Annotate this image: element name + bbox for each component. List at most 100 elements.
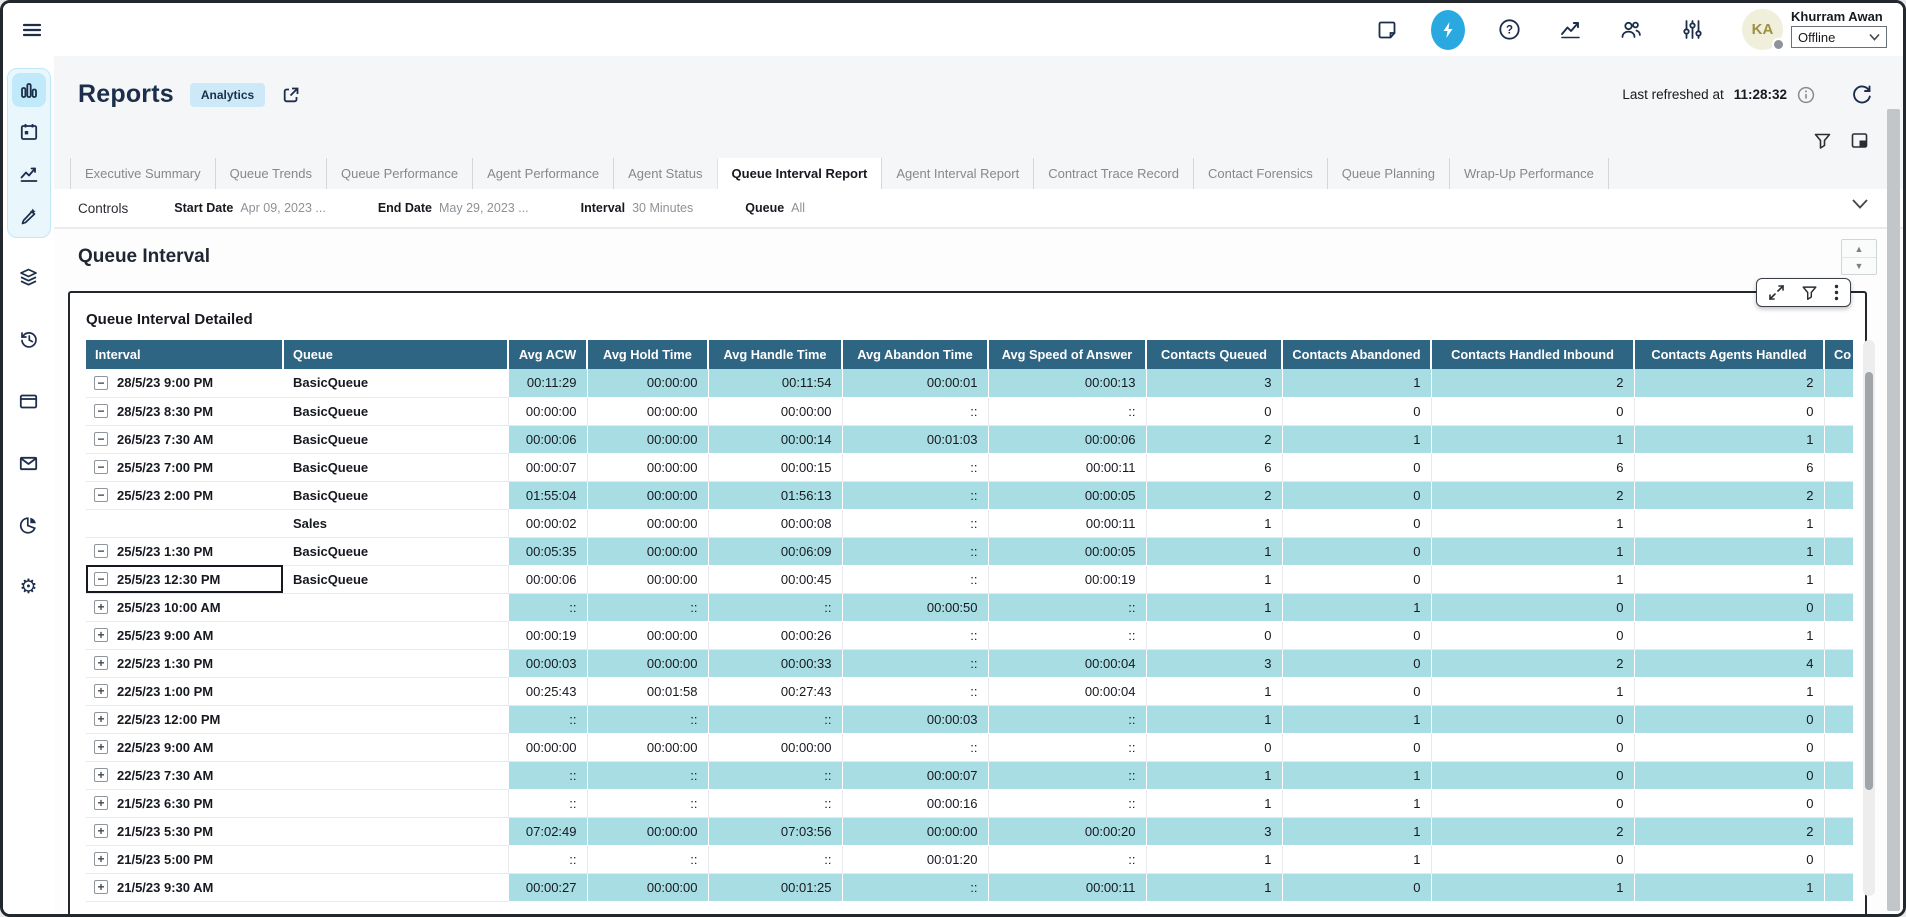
interval-cell[interactable]: +22/5/23 7:30 AM: [86, 761, 283, 789]
value-cell-avg-abandon-time[interactable]: ::: [842, 453, 988, 481]
value-cell-clipped[interactable]: [1824, 425, 1853, 453]
queue-cell[interactable]: [283, 789, 508, 817]
value-cell-avg-acw[interactable]: 00:00:27: [508, 873, 587, 901]
sidebar-item-layers[interactable]: [12, 260, 46, 294]
collapse-row-icon[interactable]: −: [94, 572, 108, 586]
tab-agent-interval-report[interactable]: Agent Interval Report: [881, 158, 1033, 189]
value-cell-contacts-queued[interactable]: 3: [1146, 369, 1282, 397]
expand-row-icon[interactable]: +: [94, 740, 108, 754]
value-cell-avg-handle-time[interactable]: ::: [708, 845, 842, 873]
value-cell-contacts-abandoned[interactable]: 0: [1282, 509, 1431, 537]
value-cell-clipped[interactable]: [1824, 621, 1853, 649]
value-cell-clipped[interactable]: [1824, 677, 1853, 705]
value-cell-avg-acw[interactable]: 00:00:06: [508, 425, 587, 453]
value-cell-avg-hold-time[interactable]: 00:01:58: [587, 677, 708, 705]
value-cell-avg-speed-of-answer[interactable]: 00:00:11: [988, 453, 1146, 481]
avatar[interactable]: KA: [1742, 9, 1783, 50]
preferences-icon[interactable]: [1675, 13, 1709, 47]
column-header-avg-abandon-time[interactable]: Avg Abandon Time: [842, 340, 988, 369]
value-cell-avg-abandon-time[interactable]: ::: [842, 397, 988, 425]
value-cell-clipped[interactable]: [1824, 761, 1853, 789]
collapse-row-icon[interactable]: −: [94, 544, 108, 558]
tab-contract-trace-record[interactable]: Contract Trace Record: [1033, 158, 1193, 189]
value-cell-avg-abandon-time[interactable]: ::: [842, 481, 988, 509]
value-cell-avg-hold-time[interactable]: 00:00:00: [587, 649, 708, 677]
value-cell-avg-hold-time[interactable]: 00:00:00: [587, 481, 708, 509]
value-cell-avg-handle-time[interactable]: 00:27:43: [708, 677, 842, 705]
value-cell-contacts-queued[interactable]: 1: [1146, 789, 1282, 817]
value-cell-contacts-handled-inbound[interactable]: 6: [1431, 453, 1634, 481]
value-cell-contacts-abandoned[interactable]: 0: [1282, 677, 1431, 705]
value-cell-contacts-handled-inbound[interactable]: 1: [1431, 425, 1634, 453]
value-cell-contacts-agents-handled[interactable]: 1: [1634, 509, 1824, 537]
value-cell-avg-speed-of-answer[interactable]: 00:00:04: [988, 677, 1146, 705]
value-cell-avg-speed-of-answer[interactable]: ::: [988, 593, 1146, 621]
queue-cell[interactable]: [283, 593, 508, 621]
value-cell-contacts-abandoned[interactable]: 0: [1282, 481, 1431, 509]
value-cell-avg-handle-time[interactable]: ::: [708, 761, 842, 789]
value-cell-avg-speed-of-answer[interactable]: ::: [988, 845, 1146, 873]
help-icon[interactable]: ?: [1492, 13, 1526, 47]
value-cell-contacts-handled-inbound[interactable]: 0: [1431, 761, 1634, 789]
sidebar-item-settings[interactable]: ⚙: [12, 570, 46, 604]
queue-cell[interactable]: [283, 817, 508, 845]
value-cell-contacts-queued[interactable]: 0: [1146, 621, 1282, 649]
status-select[interactable]: Offline: [1791, 26, 1887, 48]
value-cell-contacts-handled-inbound[interactable]: 0: [1431, 845, 1634, 873]
layout-icon[interactable]: [1850, 131, 1869, 150]
value-cell-avg-handle-time[interactable]: ::: [708, 593, 842, 621]
expand-row-icon[interactable]: +: [94, 628, 108, 642]
table-scrollbar[interactable]: [1863, 340, 1875, 896]
expand-row-icon[interactable]: +: [94, 768, 108, 782]
expand-row-icon[interactable]: +: [94, 852, 108, 866]
sidebar-item-annotate[interactable]: [12, 199, 46, 233]
interval-cell[interactable]: +22/5/23 9:00 AM: [86, 733, 283, 761]
column-header-contacts-handled-inbound[interactable]: Contacts Handled Inbound: [1431, 340, 1634, 369]
queue-cell[interactable]: [283, 621, 508, 649]
value-cell-clipped[interactable]: [1824, 369, 1853, 397]
value-cell-avg-handle-time[interactable]: ::: [708, 705, 842, 733]
queue-cell[interactable]: [283, 873, 508, 901]
value-cell-contacts-queued[interactable]: 1: [1146, 761, 1282, 789]
value-cell-avg-abandon-time[interactable]: 00:01:03: [842, 425, 988, 453]
value-cell-contacts-queued[interactable]: 1: [1146, 565, 1282, 593]
value-cell-avg-hold-time[interactable]: 00:00:00: [587, 425, 708, 453]
control-end-date[interactable]: End DateMay 29, 2023 ...: [378, 201, 529, 215]
column-header-avg-handle-time[interactable]: Avg Handle Time: [708, 340, 842, 369]
value-cell-clipped[interactable]: [1824, 817, 1853, 845]
value-cell-avg-hold-time[interactable]: ::: [587, 593, 708, 621]
interval-cell[interactable]: +21/5/23 6:30 PM: [86, 789, 283, 817]
tab-agent-status[interactable]: Agent Status: [613, 158, 716, 189]
value-cell-contacts-agents-handled[interactable]: 1: [1634, 425, 1824, 453]
tab-queue-planning[interactable]: Queue Planning: [1327, 158, 1449, 189]
value-cell-avg-speed-of-answer[interactable]: 00:00:13: [988, 369, 1146, 397]
users-icon[interactable]: [1614, 13, 1648, 47]
value-cell-contacts-queued[interactable]: 2: [1146, 481, 1282, 509]
value-cell-avg-acw[interactable]: 00:11:29: [508, 369, 587, 397]
column-header-avg-speed-of-answer[interactable]: Avg Speed of Answer: [988, 340, 1146, 369]
value-cell-avg-handle-time[interactable]: 00:00:14: [708, 425, 842, 453]
collapse-row-icon[interactable]: −: [94, 404, 108, 418]
value-cell-contacts-handled-inbound[interactable]: 1: [1431, 537, 1634, 565]
value-cell-clipped[interactable]: [1824, 593, 1853, 621]
value-cell-clipped[interactable]: [1824, 789, 1853, 817]
sidebar-item-mail[interactable]: [12, 446, 46, 480]
column-header-avg-hold-time[interactable]: Avg Hold Time: [587, 340, 708, 369]
value-cell-contacts-agents-handled[interactable]: 1: [1634, 621, 1824, 649]
sidebar-item-metrics[interactable]: [12, 157, 46, 191]
interval-cell[interactable]: +22/5/23 1:30 PM: [86, 649, 283, 677]
value-cell-contacts-agents-handled[interactable]: 0: [1634, 789, 1824, 817]
value-cell-avg-abandon-time[interactable]: ::: [842, 649, 988, 677]
value-cell-clipped[interactable]: [1824, 649, 1853, 677]
value-cell-avg-handle-time[interactable]: 00:01:25: [708, 873, 842, 901]
value-cell-clipped[interactable]: [1824, 873, 1853, 901]
value-cell-contacts-handled-inbound[interactable]: 1: [1431, 873, 1634, 901]
value-cell-avg-speed-of-answer[interactable]: ::: [988, 761, 1146, 789]
value-cell-avg-speed-of-answer[interactable]: 00:00:05: [988, 537, 1146, 565]
value-cell-contacts-agents-handled[interactable]: 2: [1634, 817, 1824, 845]
value-cell-avg-handle-time[interactable]: 00:00:08: [708, 509, 842, 537]
value-cell-avg-acw[interactable]: 00:00:19: [508, 621, 587, 649]
value-cell-contacts-handled-inbound[interactable]: 0: [1431, 397, 1634, 425]
tab-queue-trends[interactable]: Queue Trends: [215, 158, 326, 189]
value-cell-contacts-handled-inbound[interactable]: 2: [1431, 817, 1634, 845]
